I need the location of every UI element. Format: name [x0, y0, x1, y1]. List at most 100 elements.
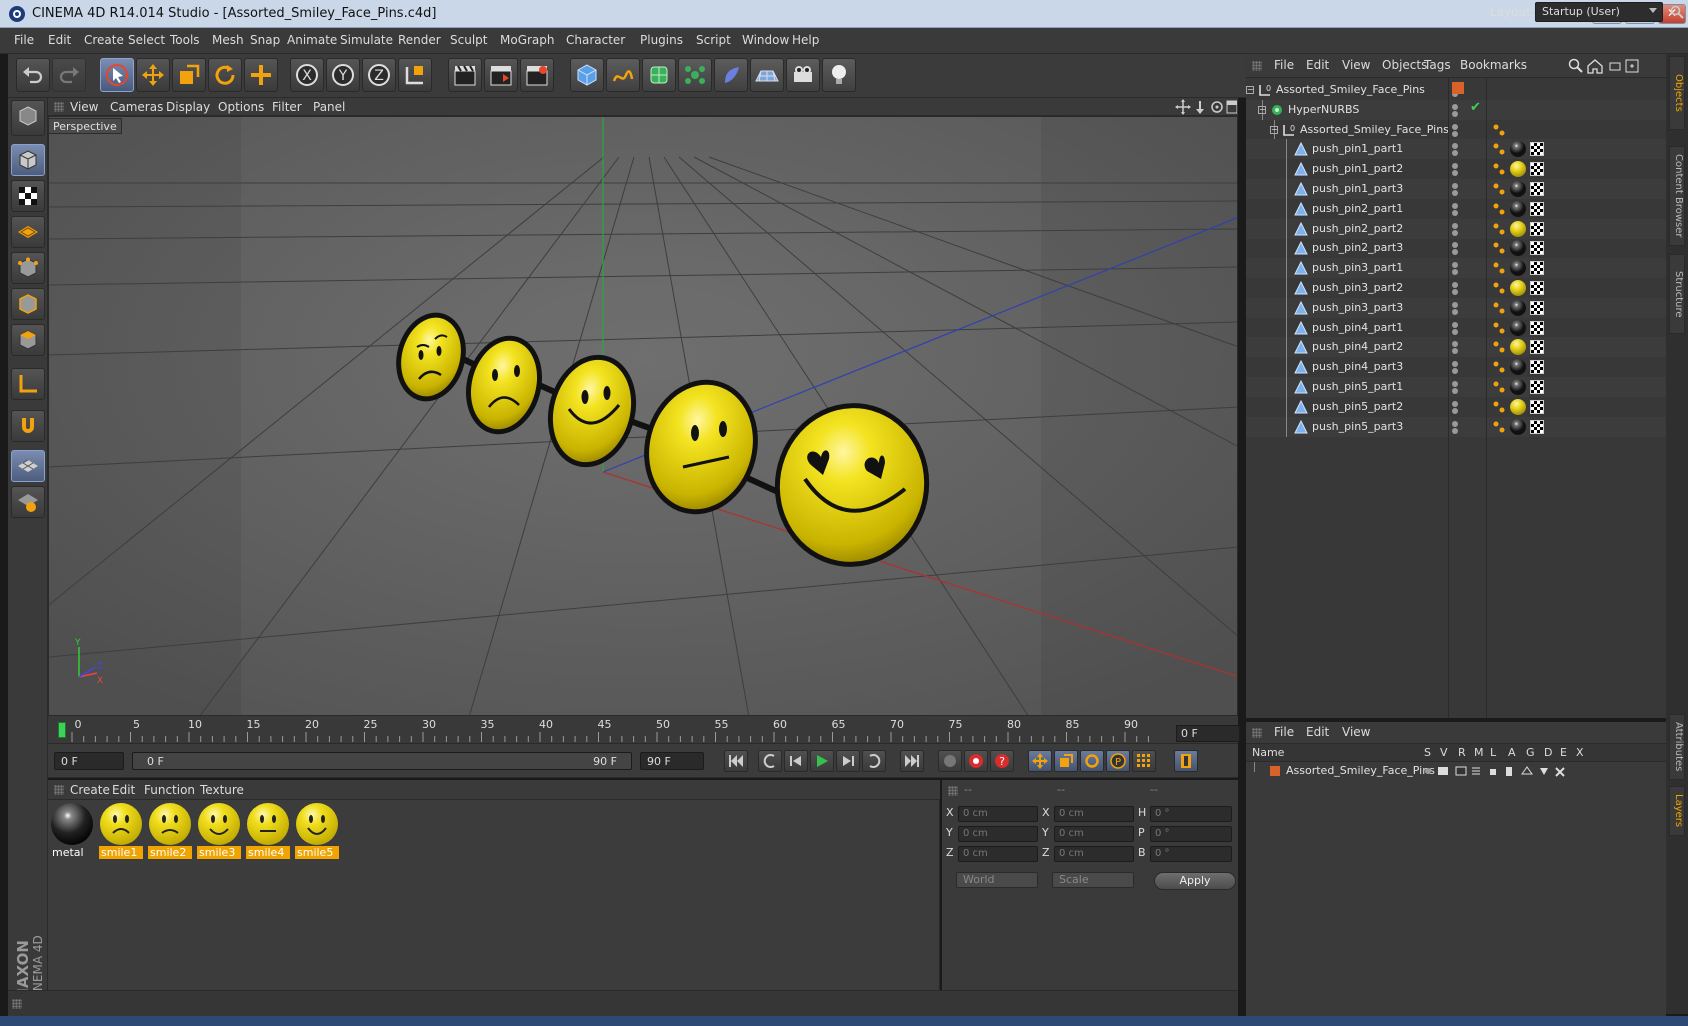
- material-smile5[interactable]: smile5: [295, 802, 339, 860]
- render-settings-button[interactable]: [520, 58, 554, 92]
- uvw-tag-icon[interactable]: [1530, 162, 1544, 177]
- object-menu-edit[interactable]: Edit: [1306, 58, 1329, 72]
- material-tag-icon[interactable]: [1510, 240, 1526, 257]
- viewport-menu-view[interactable]: View: [70, 100, 98, 114]
- editor-visibility-dot[interactable]: [1452, 361, 1458, 368]
- layer-menu-file[interactable]: File: [1274, 725, 1294, 739]
- render-visibility-dot[interactable]: [1452, 209, 1458, 216]
- record-keys-button[interactable]: [964, 750, 988, 772]
- material-smile4[interactable]: smile4: [246, 802, 290, 860]
- phong-tag-icon[interactable]: [1492, 202, 1506, 216]
- layer-column-v[interactable]: V: [1440, 746, 1448, 759]
- object-row[interactable]: push_pin2_part3: [1246, 238, 1666, 259]
- layer-menu-view[interactable]: View: [1342, 725, 1370, 739]
- object-menu-bookmarks[interactable]: Bookmarks: [1460, 58, 1527, 72]
- material-tag-icon[interactable]: [1510, 181, 1526, 197]
- render-visibility-dot[interactable]: [1452, 427, 1458, 434]
- phong-tag-icon[interactable]: [1492, 123, 1506, 137]
- layer-column-m[interactable]: M: [1474, 746, 1484, 759]
- redo-button[interactable]: [52, 58, 86, 92]
- material-menu-function[interactable]: Function: [144, 783, 195, 797]
- layer-toggle-icons[interactable]: [1422, 764, 1596, 778]
- object-row[interactable]: push_pin4_part1: [1246, 317, 1666, 338]
- phong-tag-icon[interactable]: [1492, 340, 1506, 354]
- phong-tag-icon[interactable]: [1492, 162, 1506, 176]
- editor-visibility-dot[interactable]: [1452, 163, 1458, 170]
- uvw-tag-icon[interactable]: [1530, 360, 1544, 375]
- uvw-tag-icon[interactable]: [1530, 241, 1544, 256]
- render-visibility-dot[interactable]: [1452, 388, 1458, 394]
- object-row[interactable]: push_pin4_part2: [1246, 337, 1666, 358]
- timeline-window-button[interactable]: [1174, 750, 1198, 772]
- layer-column-a[interactable]: A: [1508, 746, 1516, 759]
- side-tab-content-browser[interactable]: Content Browser: [1669, 146, 1685, 246]
- render-visibility-dot[interactable]: [1452, 289, 1458, 295]
- material-tag-icon[interactable]: [1510, 220, 1526, 237]
- layer-column-e[interactable]: E: [1560, 746, 1567, 759]
- undo-button[interactable]: [16, 58, 50, 92]
- menu-window[interactable]: Window: [742, 33, 789, 47]
- editor-visibility-dot[interactable]: [1452, 143, 1458, 150]
- object-manager-tools[interactable]: [1568, 58, 1660, 74]
- playhead-marker[interactable]: [58, 722, 66, 738]
- material-tag-icon[interactable]: [1510, 359, 1526, 376]
- deformer-button[interactable]: [714, 58, 748, 92]
- phong-tag-icon[interactable]: [1492, 321, 1506, 335]
- phong-tag-icon[interactable]: [1492, 420, 1506, 434]
- position-x-field[interactable]: 0 cm: [958, 806, 1038, 822]
- material-smile2[interactable]: smile2: [148, 802, 192, 860]
- menu-character[interactable]: Character: [566, 33, 625, 47]
- nurbs-button[interactable]: [642, 58, 676, 92]
- workplane-mode-button[interactable]: [11, 216, 45, 248]
- move-tool-button[interactable]: [136, 58, 170, 92]
- key-scale-button[interactable]: [1054, 750, 1078, 772]
- menu-script[interactable]: Script: [696, 33, 731, 47]
- go-to-end-button[interactable]: [900, 750, 924, 772]
- rotation-h-field[interactable]: 0 °: [1150, 806, 1232, 822]
- scale-x-field[interactable]: 0 cm: [1054, 806, 1134, 822]
- editor-visibility-dot[interactable]: [1452, 381, 1458, 387]
- motion-record-button[interactable]: [938, 750, 962, 772]
- object-row[interactable]: push_pin5_part2: [1246, 396, 1666, 417]
- menu-animate[interactable]: Animate: [287, 33, 337, 47]
- editor-visibility-dot[interactable]: [1452, 123, 1458, 130]
- material-tag-icon[interactable]: [1510, 398, 1526, 415]
- phong-tag-icon[interactable]: [1492, 380, 1506, 394]
- material-tag-icon[interactable]: [1510, 161, 1526, 178]
- uvw-tag-icon[interactable]: [1530, 320, 1544, 335]
- editor-visibility-dot[interactable]: [1452, 321, 1458, 328]
- object-row[interactable]: − 0 Assorted_Smiley_Face_Pins: [1246, 119, 1666, 140]
- render-visibility-dot[interactable]: [1452, 229, 1458, 236]
- material-tag-icon[interactable]: [1510, 379, 1526, 395]
- editor-visibility-dot[interactable]: [1452, 282, 1458, 288]
- side-tab-layers[interactable]: Layers: [1669, 786, 1685, 836]
- render-visibility-dot[interactable]: [1452, 269, 1458, 276]
- editor-visibility-dot[interactable]: [1452, 183, 1458, 189]
- previous-frame-button[interactable]: [784, 750, 808, 772]
- render-visibility-dot[interactable]: [1452, 190, 1458, 196]
- locked-workplane-button[interactable]: [11, 486, 45, 518]
- snap-button[interactable]: [11, 450, 45, 482]
- play-button[interactable]: [810, 750, 834, 772]
- menu-mograph[interactable]: MoGraph: [500, 33, 555, 47]
- menu-file[interactable]: File: [14, 33, 34, 47]
- layer-column-name[interactable]: Name: [1252, 746, 1284, 759]
- object-menu-view[interactable]: View: [1342, 58, 1370, 72]
- object-row[interactable]: push_pin3_part1: [1246, 258, 1666, 279]
- viewport-menu-options[interactable]: Options: [218, 100, 264, 114]
- editor-visibility-dot[interactable]: [1452, 400, 1458, 407]
- viewport-menu-cameras[interactable]: Cameras: [110, 100, 163, 114]
- menu-render[interactable]: Render: [398, 33, 441, 47]
- material-tag-icon[interactable]: [1510, 260, 1526, 277]
- render-visibility-dot[interactable]: [1452, 110, 1458, 117]
- position-y-field[interactable]: 0 cm: [958, 826, 1038, 842]
- uvw-tag-icon[interactable]: [1530, 281, 1544, 295]
- rotation-b-field[interactable]: 0 °: [1150, 846, 1232, 862]
- size-mode-select[interactable]: Scale: [1052, 872, 1134, 888]
- camera-button[interactable]: [786, 58, 820, 92]
- object-row[interactable]: − HyperNURBS ✔: [1246, 99, 1666, 120]
- phong-tag-icon[interactable]: [1492, 182, 1506, 196]
- light-button[interactable]: [822, 58, 856, 92]
- object-row[interactable]: push_pin5_part3: [1246, 416, 1666, 437]
- object-row[interactable]: push_pin1_part1: [1246, 139, 1666, 160]
